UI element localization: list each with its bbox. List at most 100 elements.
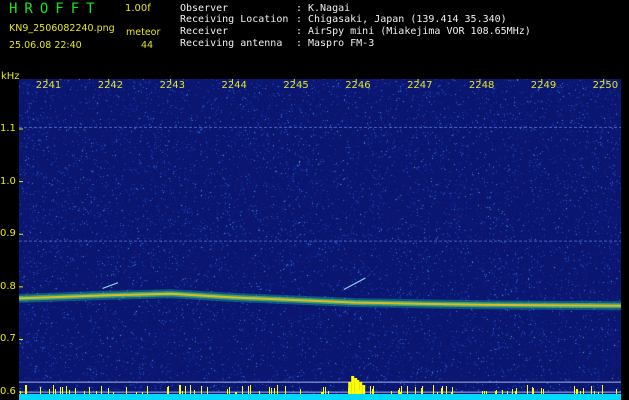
- baseline-spike: [437, 392, 438, 394]
- mode-label: meteor: [126, 27, 161, 38]
- baseline-spike: [269, 387, 270, 394]
- baseline-spike: [442, 386, 443, 394]
- y-tick-label: 0.6: [0, 386, 16, 398]
- observer-separator: :: [296, 3, 303, 14]
- baseline-spike: [415, 387, 416, 394]
- baseline-spike: [179, 385, 180, 394]
- receiver-separator: :: [296, 26, 303, 37]
- baseline-spike: [496, 390, 497, 394]
- baseline-band: [19, 394, 621, 400]
- baseline-spike: [433, 385, 434, 394]
- x-tick-label: 2245: [283, 80, 309, 91]
- baseline-spike: [271, 388, 272, 394]
- baseline-spike: [60, 387, 61, 394]
- baseline-spike: [512, 389, 513, 394]
- baseline-spike: [325, 387, 326, 394]
- y-axis: 1.1 1.0 0.9 0.8 0.7 0.6: [0, 79, 19, 400]
- baseline-spike: [235, 392, 236, 394]
- x-tick-label: 2243: [159, 80, 186, 91]
- baseline-spike: [147, 386, 148, 394]
- x-tick-label: 2241: [35, 80, 62, 91]
- baseline-spike: [583, 388, 584, 394]
- baseline-spike: [274, 388, 275, 394]
- baseline-spike: [207, 389, 208, 394]
- baseline-spike: [486, 391, 487, 394]
- baseline-spike: [113, 392, 114, 394]
- baseline-spike: [507, 391, 508, 394]
- baseline-spike: [373, 386, 374, 394]
- baseline-spike: [543, 389, 544, 394]
- location-value: Chigasaki, Japan (139.414 35.340): [308, 14, 507, 25]
- baseline-spike: [55, 389, 56, 394]
- baseline-spike: [96, 391, 97, 394]
- baseline-spike: [391, 391, 392, 394]
- version-label: 1.00f: [125, 3, 151, 14]
- baseline-spike: [20, 391, 21, 394]
- baseline-spike: [25, 385, 26, 394]
- baseline-spike: [185, 386, 186, 394]
- baseline-spike: [401, 386, 402, 394]
- y-tick-label: 0.9: [0, 228, 16, 240]
- baseline-spike: [422, 386, 423, 394]
- baseline-spike: [400, 392, 401, 394]
- baseline-spike: [421, 388, 422, 394]
- baseline-spike: [259, 391, 260, 394]
- baseline-burst-0: [348, 382, 352, 394]
- x-tick-label: 2242: [97, 80, 124, 91]
- x-tick-label: 2247: [407, 80, 433, 91]
- baseline-spike: [227, 389, 228, 394]
- baseline-spike: [527, 385, 528, 394]
- baseline-spike: [126, 387, 127, 394]
- spectrogram-overlay: [19, 79, 621, 400]
- baseline-spike: [167, 387, 168, 394]
- baseline-spike: [482, 391, 483, 394]
- baseline-spike: [322, 392, 323, 394]
- filename-label: KN9_2506082240.png: [9, 23, 115, 34]
- baseline-spike: [452, 387, 453, 394]
- baseline-spike: [577, 389, 578, 394]
- location-label: Receiving Location: [180, 14, 289, 25]
- baseline-spike: [66, 386, 67, 394]
- baseline-spike: [180, 388, 181, 394]
- x-tick-label: 2246: [345, 80, 371, 91]
- baseline-spike: [229, 387, 230, 394]
- antenna-value: Maspro FM-3: [308, 38, 375, 49]
- y-tick-label: 1.0: [0, 175, 16, 187]
- echo-count: 44: [141, 40, 154, 51]
- x-axis: 2241 2242 2243 2244 2245 2246 2247 2248 2249 2250: [19, 79, 621, 93]
- baseline-spike: [541, 388, 542, 394]
- receiver-label: Receiver: [180, 26, 229, 37]
- app-title: HROFFT: [9, 1, 102, 17]
- header-panel: HROFFT 1.00f KN9_2506082240.png 25.06.08…: [0, 0, 629, 78]
- baseline-spike: [108, 388, 109, 394]
- baseline-burst-4: [359, 382, 363, 394]
- baseline-spike: [515, 391, 516, 394]
- antenna-separator: :: [296, 38, 303, 49]
- baseline-spike: [580, 391, 581, 394]
- baseline-spike: [277, 385, 278, 394]
- baseline-spike: [69, 390, 70, 394]
- baseline-spike: [446, 389, 447, 394]
- baseline-spike: [398, 390, 399, 394]
- x-tick-label: 2244: [221, 80, 247, 91]
- baseline-spike: [321, 392, 322, 394]
- baseline-spike: [89, 387, 90, 394]
- baseline-spike: [62, 387, 63, 394]
- baseline-spike: [598, 392, 599, 394]
- baseline-spike: [370, 386, 371, 394]
- y-tick-label: 0.7: [0, 333, 16, 345]
- antenna-label: Receiving antenna: [180, 38, 283, 49]
- baseline-spike: [236, 392, 237, 394]
- baseline-spike: [533, 388, 534, 394]
- datetime-label: 25.06.08 22:40: [9, 40, 82, 51]
- baseline-burst-1: [351, 376, 355, 394]
- baseline-spike: [168, 386, 169, 394]
- baseline-spike: [250, 391, 251, 394]
- baseline-spike: [407, 386, 408, 394]
- observer-value: K.Nagai: [308, 3, 351, 14]
- baseline-spike: [399, 388, 400, 394]
- baseline-spike: [574, 386, 575, 394]
- baseline-spike: [502, 390, 503, 394]
- baseline-spike: [49, 389, 50, 394]
- baseline-spike: [142, 392, 143, 394]
